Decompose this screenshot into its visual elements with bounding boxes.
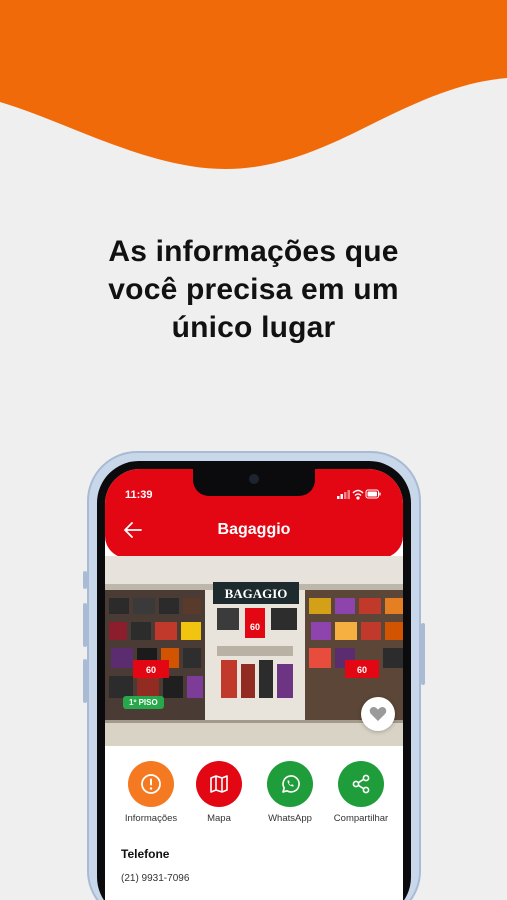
headline-line-3: único lugar bbox=[171, 311, 336, 344]
share-action[interactable]: Compartilhar bbox=[323, 761, 399, 824]
sale-tag-center: 60 bbox=[250, 622, 260, 632]
info-icon bbox=[141, 774, 161, 794]
whatsapp-button[interactable] bbox=[267, 761, 313, 807]
store-title: Bagaggio bbox=[217, 521, 291, 538]
headline: As informações que você precisa em um ún… bbox=[0, 233, 507, 347]
whatsapp-label: WhatsApp bbox=[268, 813, 312, 824]
share-label: Compartilhar bbox=[333, 813, 389, 824]
favorite-button[interactable] bbox=[361, 697, 395, 731]
map-button[interactable] bbox=[196, 761, 242, 807]
phone-number[interactable]: (21) 9931-7096 bbox=[121, 873, 189, 884]
share-button[interactable] bbox=[338, 761, 384, 807]
phone-power-button bbox=[421, 623, 425, 685]
map-icon bbox=[210, 775, 228, 793]
phone-bezel: 11:39 Bagaggio BAGAGIO 60 60 60 1º PISO … bbox=[97, 461, 411, 900]
orange-wave-background bbox=[0, 0, 507, 169]
status-time: 11:39 bbox=[125, 489, 153, 501]
phone-section-title: Telefone bbox=[121, 847, 170, 861]
share-icon bbox=[352, 774, 370, 794]
whatsapp-icon bbox=[282, 775, 300, 793]
front-camera bbox=[249, 474, 259, 484]
whatsapp-action[interactable]: WhatsApp bbox=[252, 761, 328, 824]
info-button[interactable] bbox=[128, 761, 174, 807]
signal-icon bbox=[337, 490, 350, 499]
info-action[interactable]: Informações bbox=[113, 761, 189, 824]
wifi-icon bbox=[352, 489, 364, 500]
heart-icon bbox=[369, 707, 387, 721]
phone-side-button bbox=[83, 571, 87, 589]
map-action[interactable]: Mapa bbox=[181, 761, 257, 824]
app-header: 11:39 Bagaggio bbox=[105, 469, 403, 558]
phone-volume-up-button bbox=[83, 603, 87, 647]
info-label: Informações bbox=[124, 813, 178, 824]
headline-line-1: As informações que bbox=[108, 235, 399, 268]
floor-badge: 1º PISO bbox=[123, 696, 164, 709]
store-sign-text: BAGAGIO bbox=[225, 586, 288, 601]
storefront-image: BAGAGIO 60 60 60 bbox=[105, 556, 403, 746]
sale-tag-left: 60 bbox=[146, 665, 156, 675]
phone-mockup: 11:39 Bagaggio BAGAGIO 60 60 60 1º PISO … bbox=[83, 451, 425, 900]
map-label: Mapa bbox=[207, 813, 231, 824]
status-icons bbox=[337, 489, 381, 500]
phone-volume-down-button bbox=[83, 659, 87, 703]
phone-screen: 11:39 Bagaggio BAGAGIO 60 60 60 1º PISO … bbox=[105, 469, 403, 900]
action-bar: Informações Mapa WhatsApp Compartilhar bbox=[105, 761, 403, 833]
store-photo: BAGAGIO 60 60 60 1º PISO bbox=[105, 556, 403, 746]
battery-icon bbox=[365, 489, 381, 499]
phone-notch bbox=[193, 469, 315, 496]
sale-tag-right: 60 bbox=[357, 665, 367, 675]
headline-line-2: você precisa em um bbox=[108, 273, 399, 306]
